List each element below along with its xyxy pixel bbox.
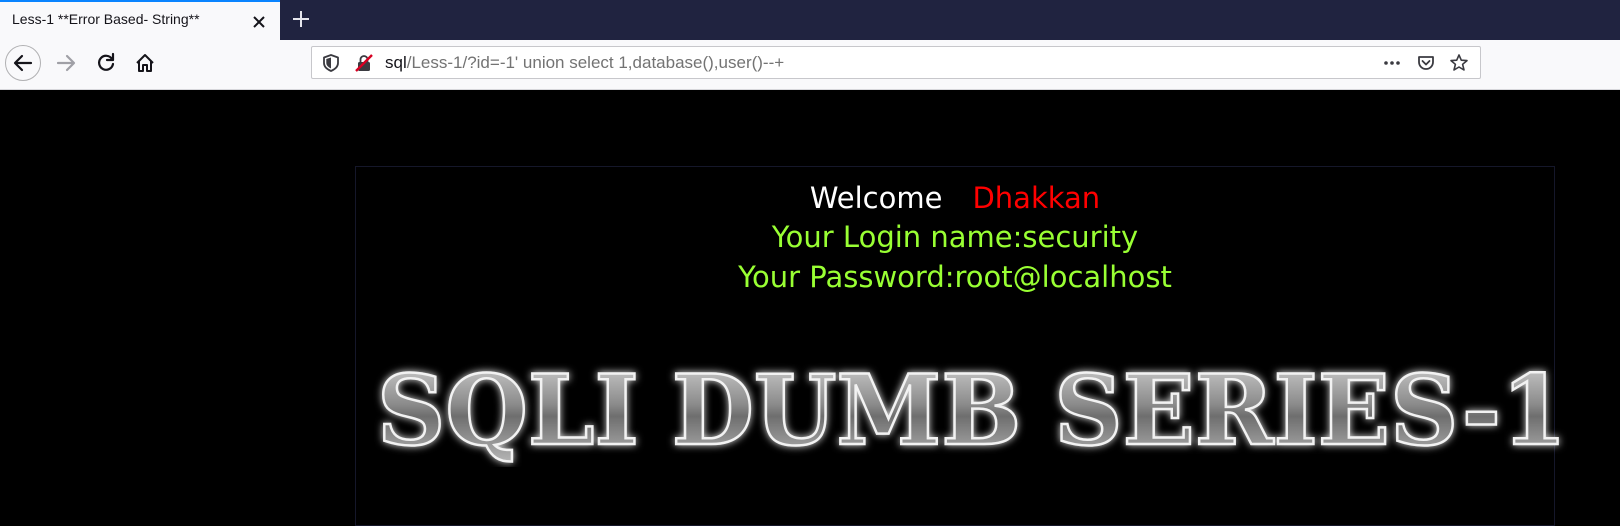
close-icon[interactable] (249, 12, 269, 32)
login-name-line: Your Login name:security (771, 220, 1139, 254)
home-icon[interactable] (134, 52, 156, 74)
url-path: /Less-1/?id=-1' union select 1,database(… (406, 53, 785, 72)
back-arrow-icon (13, 54, 33, 72)
address-bar[interactable]: sql/Less-1/?id=-1' union select 1,databa… (311, 46, 1481, 79)
shield-icon[interactable] (321, 53, 341, 73)
banner-text: SQLI DUMB SERIES-1 (377, 354, 1567, 467)
navigation-toolbar: sql/Less-1/?id=-1' union select 1,databa… (0, 40, 1620, 90)
more-icon[interactable] (1382, 53, 1402, 73)
password-line: Your Password:root@localhost (738, 260, 1172, 294)
tab-title: Less-1 **Error Based- String** (12, 11, 200, 27)
welcome-line: Welcome Dhakkan (355, 181, 1555, 215)
url-host: sql (385, 53, 407, 72)
insecure-lock-icon[interactable] (354, 53, 374, 73)
forward-arrow-icon[interactable] (55, 52, 77, 74)
pocket-icon[interactable] (1416, 53, 1436, 73)
url-text: sql/Less-1/?id=-1' union select 1,databa… (385, 53, 784, 73)
welcome-label: Welcome (809, 181, 943, 215)
series-banner: SQLI DUMB SERIES-1 (376, 353, 1569, 467)
star-icon[interactable] (1449, 53, 1469, 73)
page-content: Welcome Dhakkan Your Login name:security … (0, 90, 1620, 526)
back-button[interactable] (5, 45, 41, 81)
tab-strip: Less-1 **Error Based- String** (0, 0, 1620, 40)
plus-icon[interactable] (290, 8, 312, 30)
welcome-name: Dhakkan (972, 181, 1101, 215)
active-tab[interactable]: Less-1 **Error Based- String** (0, 0, 280, 40)
reload-icon[interactable] (95, 52, 117, 74)
